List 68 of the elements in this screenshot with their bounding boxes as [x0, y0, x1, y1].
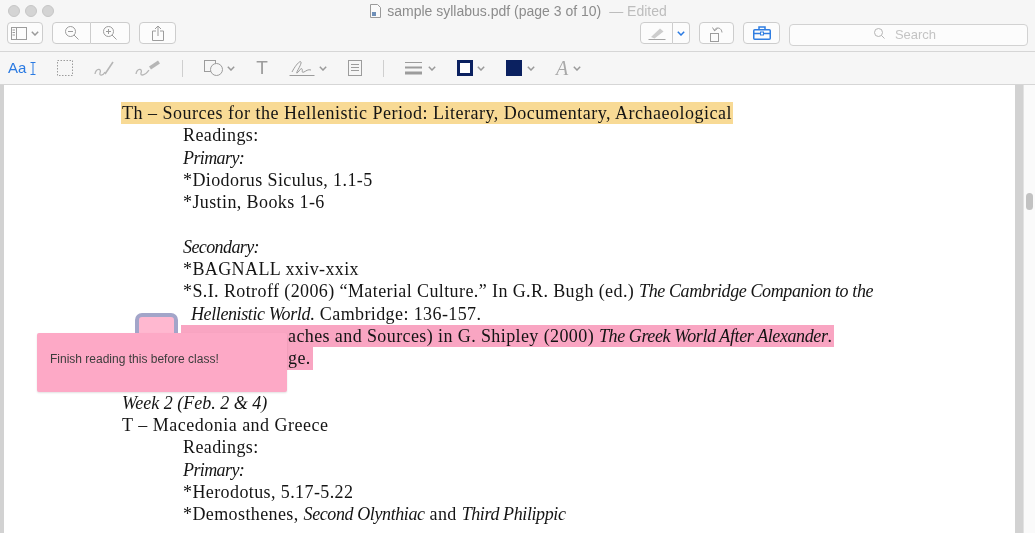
zoom-out-icon — [64, 26, 79, 40]
window-minimize-button[interactable] — [25, 4, 37, 17]
chevron-down-icon — [526, 65, 535, 71]
text-cursor-icon — [30, 61, 37, 75]
lines-icon — [404, 61, 422, 75]
reading-line: *BAGNALL xxiv-xxix — [183, 259, 360, 280]
chevron-down-icon — [318, 65, 327, 71]
markup-button[interactable] — [640, 22, 673, 44]
reading-line: *S.I. Rotroff (2006) “Material Culture.” In G.R. Bugh (ed.) The Cambridge Companion to the — [183, 281, 874, 302]
chevron-down-icon — [573, 65, 582, 71]
edited-status: — Edited — [609, 2, 667, 19]
chevron-down-icon — [427, 65, 436, 71]
text-select-button[interactable]: Aa — [8, 58, 37, 78]
reading-label: Primary: — [183, 459, 245, 480]
markup-menu-button[interactable] — [673, 22, 690, 44]
window-title: sample syllabus.pdf (page 3 of 10) — [387, 2, 602, 19]
signature-icon — [288, 59, 315, 77]
toolbox-icon — [752, 26, 771, 40]
rotate-button[interactable] — [699, 22, 734, 44]
border-color-button[interactable] — [456, 58, 485, 78]
reading-line: *Diodorus Siculus, 1.1-5 — [183, 169, 373, 190]
zoom-out-button[interactable] — [52, 22, 91, 44]
reading-line: *Herodotus, 5.17-5.22 — [183, 482, 354, 503]
fill-color-button[interactable] — [505, 58, 535, 78]
scrollbar-thumb[interactable] — [1026, 193, 1033, 210]
chevron-down-icon — [476, 65, 485, 71]
text-tool-button[interactable]: T — [256, 58, 268, 78]
note-icon — [347, 60, 362, 76]
zoom-in-icon — [103, 26, 117, 40]
squiggle-brush-icon — [135, 59, 162, 77]
rotate-icon — [710, 24, 723, 42]
pen-icon — [647, 26, 666, 40]
draw-button[interactable] — [135, 58, 162, 78]
toolbox-button[interactable] — [743, 22, 780, 44]
document-icon — [370, 3, 382, 18]
note-button[interactable] — [347, 58, 362, 78]
rectangle-select-button[interactable] — [57, 58, 74, 78]
note-text: Finish reading this before class! — [50, 352, 219, 366]
reading-label: Secondary: — [183, 236, 259, 257]
shapes-icon — [204, 60, 224, 76]
sign-button[interactable] — [288, 58, 327, 78]
chevron-down-icon — [677, 30, 685, 36]
session-heading: T – Macedonia and Greece — [121, 414, 330, 437]
squiggle-pen-icon — [94, 59, 115, 77]
sidebar-button[interactable] — [7, 22, 43, 44]
window-zoom-button[interactable] — [42, 4, 54, 17]
window-close-button[interactable] — [8, 4, 20, 17]
chevron-down-icon — [31, 30, 39, 36]
reading-line: Readings: — [183, 125, 259, 146]
font-button[interactable]: A — [555, 58, 582, 78]
dashed-rectangle-icon — [57, 60, 74, 76]
reading-line: Readings: — [183, 437, 259, 458]
reading-line: *Demosthenes, Second Olynthiac and Third Philippic — [183, 504, 566, 525]
week-heading: Week 2 (Feb. 2 & 4) — [122, 392, 268, 413]
search-field[interactable]: Search — [789, 23, 1028, 46]
reading-line: Hellenistic World. Cambridge: 136-157. — [191, 303, 482, 324]
share-button[interactable] — [139, 22, 176, 44]
reading-line: *Justin, Books 1-6 — [183, 192, 325, 213]
zoom-in-button[interactable] — [91, 22, 130, 44]
shapes-button[interactable] — [204, 58, 236, 78]
reading-line: aches and Sources) in G. Shipley (2000) The Greek World After Alexander. — [288, 325, 833, 346]
search-icon — [874, 28, 885, 39]
share-icon — [151, 25, 164, 41]
reading-line: ge. — [288, 348, 311, 369]
session-heading: Th – Sources for the Hellenistic Period: Literary, Documentary, Archaeological — [121, 102, 733, 125]
chevron-down-icon — [227, 65, 236, 71]
reading-label: Primary: — [183, 147, 245, 168]
sidebar-icon — [11, 26, 27, 40]
